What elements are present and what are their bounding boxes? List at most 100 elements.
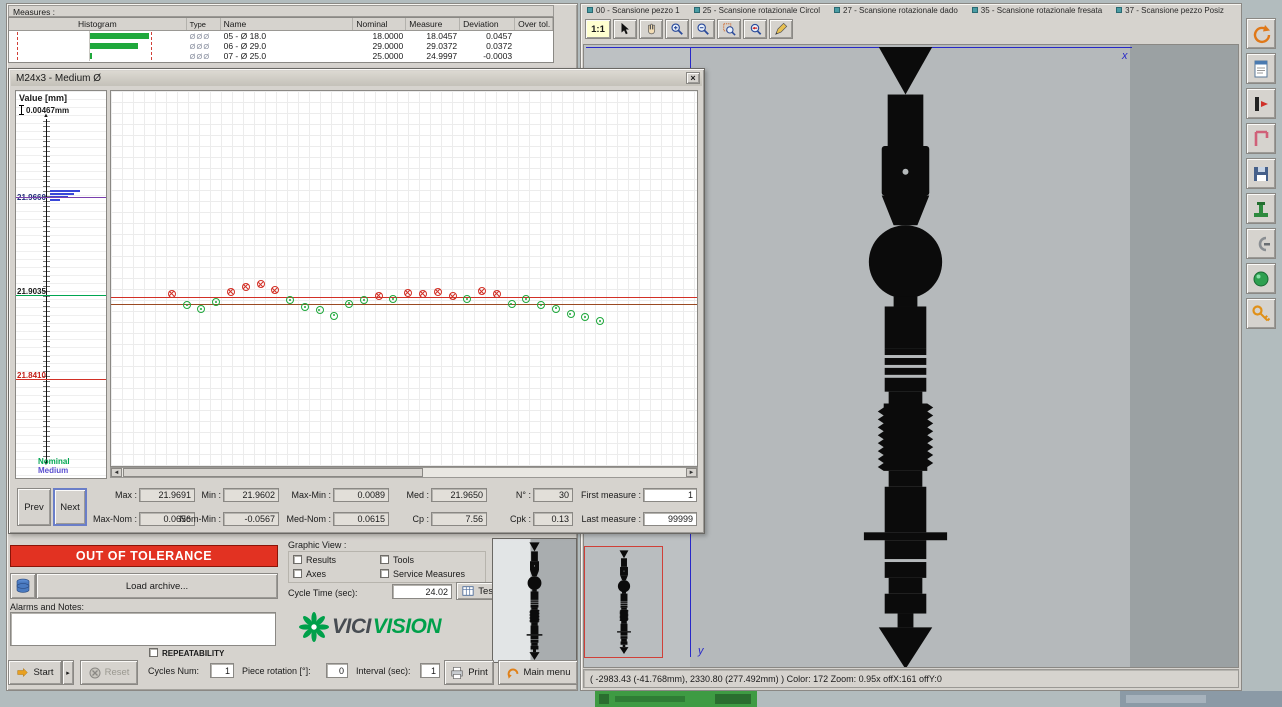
machine-button[interactable] bbox=[1246, 193, 1276, 224]
fragment-block bbox=[1126, 695, 1206, 703]
trend-point bbox=[493, 290, 501, 298]
scale-1-1-button[interactable]: 1:1 bbox=[585, 19, 611, 39]
scroll-thumb[interactable] bbox=[123, 468, 423, 477]
scan-tab[interactable]: 27 - Scansione rotazionale dado bbox=[834, 6, 958, 15]
table-row[interactable]: ØØØ 07 - Ø 25.0 25.0000 24.9997 -0.0003 bbox=[9, 51, 553, 61]
start-options-button[interactable]: ▸ bbox=[62, 660, 74, 685]
dialog-close-button[interactable]: × bbox=[686, 72, 700, 84]
trend-point bbox=[286, 296, 294, 304]
zoom-out-icon bbox=[696, 22, 710, 36]
pan-hand-button[interactable] bbox=[639, 19, 663, 39]
piece-rotation-label: Piece rotation [°]: bbox=[242, 666, 311, 676]
col-nominal[interactable]: Nominal bbox=[353, 18, 406, 30]
checkbox-axes[interactable]: Axes bbox=[293, 569, 326, 579]
ibeam-icon bbox=[19, 105, 24, 115]
stat-value: 0.0089 bbox=[333, 488, 389, 502]
trend-point bbox=[463, 295, 471, 303]
axis-title: Value [mm] bbox=[19, 93, 67, 103]
report-button[interactable] bbox=[1246, 53, 1276, 84]
col-histogram[interactable]: Histogram bbox=[9, 18, 187, 30]
alarms-textarea[interactable] bbox=[10, 612, 276, 646]
checkbox-results[interactable]: Results bbox=[293, 555, 336, 565]
trend-point bbox=[345, 300, 353, 308]
measure-name: 05 - Ø 18.0 bbox=[221, 31, 354, 41]
load-archive-button[interactable]: Load archive... bbox=[36, 573, 278, 599]
logo-vision-text: VISION bbox=[373, 615, 441, 639]
checkbox-service-measures[interactable]: Service Measures bbox=[380, 569, 465, 579]
scan-tab[interactable]: 25 - Scansione rotazionale Circol bbox=[694, 6, 820, 15]
main-menu-button[interactable]: Main menu bbox=[498, 660, 578, 685]
trend-hscrollbar[interactable]: ◄ ► bbox=[110, 467, 698, 478]
histogram-bar bbox=[90, 33, 149, 39]
caliper-tool-button[interactable] bbox=[1246, 123, 1276, 154]
vicivision-logo: VICIVISION bbox=[298, 608, 488, 646]
part-thumbnail-selected[interactable] bbox=[584, 546, 663, 658]
graphic-view-title: Graphic View : bbox=[288, 540, 346, 550]
part-thumbnail[interactable] bbox=[492, 538, 577, 663]
col-name[interactable]: Name bbox=[221, 18, 354, 30]
trend-point bbox=[301, 303, 309, 311]
scan-icon bbox=[1116, 7, 1122, 13]
zoom-previous-button[interactable] bbox=[743, 19, 767, 39]
checkbox-tools[interactable]: Tools bbox=[380, 555, 414, 565]
floppy-icon bbox=[1251, 164, 1271, 184]
print-button[interactable]: Print bbox=[444, 660, 494, 685]
repeatability-option[interactable]: REPEATABILITY bbox=[149, 648, 224, 658]
col-over-tolerance[interactable]: Over tol. bbox=[515, 18, 553, 30]
tolerance-mark bbox=[17, 42, 18, 50]
start-button[interactable]: Start bbox=[8, 660, 62, 685]
stat-value: 21.9650 bbox=[431, 488, 487, 502]
zoom-out-button[interactable] bbox=[691, 19, 715, 39]
zoom-window-button[interactable] bbox=[717, 19, 741, 39]
table-row[interactable]: ØØØ 05 - Ø 18.0 18.0000 18.0457 0.0457 bbox=[9, 31, 553, 41]
piece-rotation-field[interactable]: 0 bbox=[326, 663, 348, 678]
service-measures-checkbox[interactable] bbox=[380, 569, 389, 578]
first-measure-field[interactable]: 1 bbox=[643, 488, 697, 502]
select-cursor-button[interactable] bbox=[613, 19, 637, 39]
trend-point bbox=[197, 305, 205, 313]
axes-checkbox[interactable] bbox=[293, 569, 302, 578]
col-measure[interactable]: Measure bbox=[406, 18, 460, 30]
sphere-tool-button[interactable] bbox=[1246, 263, 1276, 294]
table-icon bbox=[462, 585, 474, 597]
save-button[interactable] bbox=[1246, 158, 1276, 189]
results-checkbox[interactable] bbox=[293, 555, 302, 564]
trend-dialog: M24x3 - Medium Ø × Value [mm] 0.00467mm … bbox=[8, 68, 705, 534]
clamp-tool-button[interactable] bbox=[1246, 228, 1276, 259]
table-row[interactable]: ØØØ 06 - Ø 29.0 29.0000 29.0372 0.0372 bbox=[9, 41, 553, 51]
trend-point bbox=[375, 292, 383, 300]
archive-icon-button[interactable] bbox=[10, 573, 36, 599]
export-part-button[interactable] bbox=[1246, 88, 1276, 119]
stat-med: Med :21.9650 bbox=[399, 488, 487, 502]
col-type[interactable]: Type bbox=[187, 18, 221, 30]
scan-tab[interactable]: 35 - Scansione rotazionale fresata bbox=[972, 6, 1102, 15]
trend-plot bbox=[111, 91, 697, 466]
col-deviation[interactable]: Deviation bbox=[460, 18, 515, 30]
key-tool-button[interactable] bbox=[1246, 298, 1276, 329]
repeatability-checkbox[interactable] bbox=[149, 648, 158, 657]
zoom-in-button[interactable] bbox=[665, 19, 689, 39]
reset-button[interactable]: Reset bbox=[80, 660, 138, 685]
value-axis-panel: Value [mm] 0.00467mm ▲ ▼ 21.9660 21.9035… bbox=[15, 90, 107, 479]
scroll-left-arrow[interactable]: ◄ bbox=[111, 468, 122, 477]
reset-cross-icon bbox=[89, 667, 101, 679]
scan-tab[interactable]: 00 - Scansione pezzo 1 bbox=[587, 6, 680, 15]
stat-cpk: Cpk :0.13 bbox=[509, 512, 573, 526]
last-measure-field[interactable]: 99999 bbox=[643, 512, 697, 526]
scan-tab[interactable]: 37 - Scansione pezzo Posiz bbox=[1116, 6, 1224, 15]
prev-button[interactable]: Prev bbox=[17, 488, 51, 526]
dialog-title-bar[interactable]: M24x3 - Medium Ø bbox=[11, 71, 702, 86]
trend-point bbox=[212, 298, 220, 306]
trend-point bbox=[508, 300, 516, 308]
scan-icon bbox=[694, 7, 700, 13]
interval-field[interactable]: 1 bbox=[420, 663, 440, 678]
refresh-button[interactable] bbox=[1246, 18, 1276, 49]
stat-value: 21.9602 bbox=[223, 488, 279, 502]
trend-chart[interactable] bbox=[110, 90, 698, 467]
edit-pencil-button[interactable] bbox=[769, 19, 793, 39]
trend-point bbox=[360, 296, 368, 304]
stat-med-nom: Med-Nom :0.0615 bbox=[273, 512, 389, 526]
cycles-num-field[interactable]: 1 bbox=[210, 663, 234, 678]
scroll-right-arrow[interactable]: ► bbox=[686, 468, 697, 477]
tools-checkbox[interactable] bbox=[380, 555, 389, 564]
